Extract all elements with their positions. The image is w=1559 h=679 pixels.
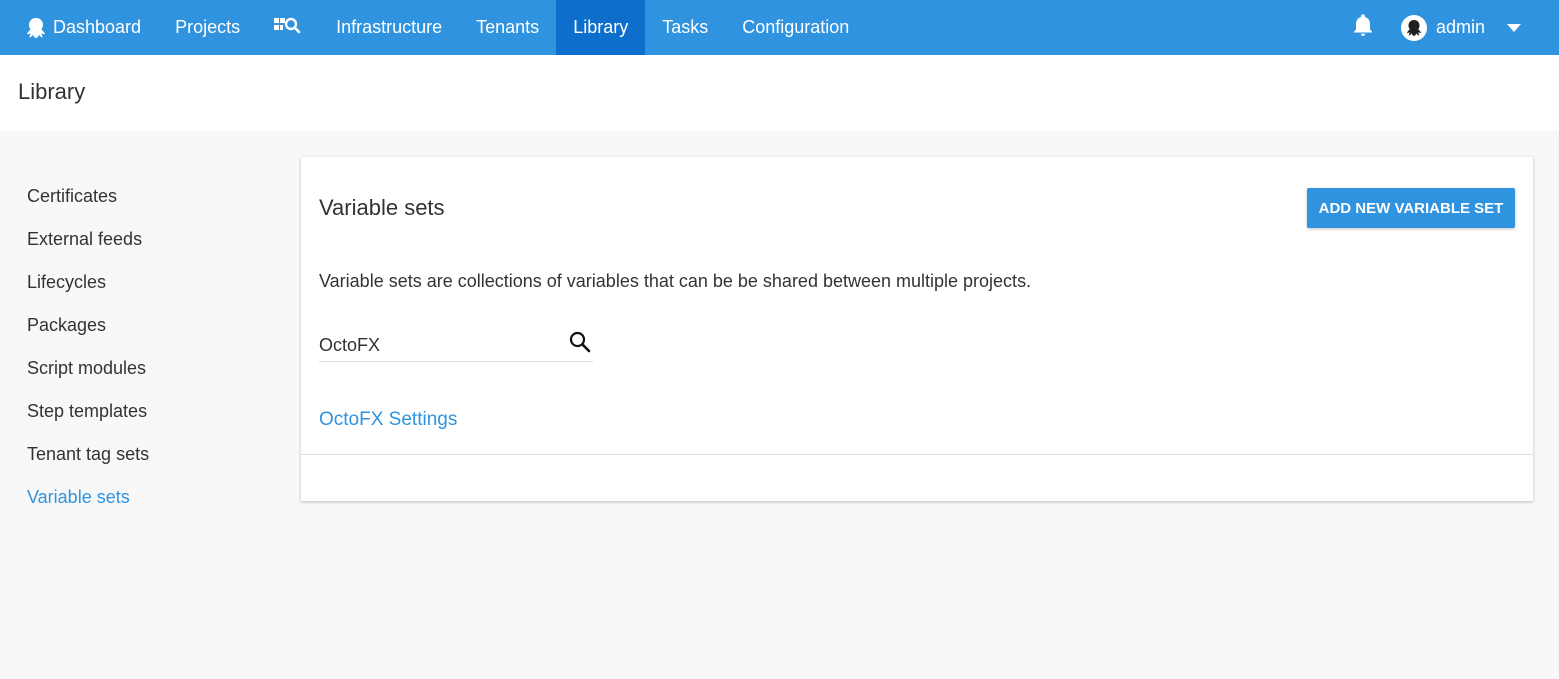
nav-library[interactable]: Library bbox=[556, 0, 646, 55]
search-box bbox=[319, 329, 593, 362]
nav-label: Tasks bbox=[662, 17, 709, 37]
sidebar-item-external-feeds[interactable]: External feeds bbox=[27, 224, 149, 267]
nav-projects[interactable]: Projects bbox=[158, 0, 257, 55]
add-variable-set-button[interactable]: ADD NEW VARIABLE SET bbox=[1307, 188, 1515, 228]
page-title: Library bbox=[18, 79, 86, 104]
project-search-icon bbox=[274, 16, 302, 39]
bell-icon bbox=[1353, 14, 1372, 41]
section-description: Variable sets are collections of variabl… bbox=[319, 271, 1032, 291]
nav-right-group: admin bbox=[1343, 0, 1559, 55]
nav-configuration[interactable]: Configuration bbox=[725, 0, 866, 55]
notifications-button[interactable] bbox=[1343, 0, 1383, 55]
user-menu[interactable]: admin bbox=[1400, 14, 1521, 41]
octopus-avatar-icon bbox=[1400, 14, 1427, 41]
search-input[interactable] bbox=[319, 329, 559, 360]
sidebar-item-step-templates[interactable]: Step templates bbox=[27, 396, 149, 439]
sidebar-item-packages[interactable]: Packages bbox=[27, 310, 149, 353]
sidebar-item-script-modules[interactable]: Script modules bbox=[27, 353, 149, 396]
section-title: Variable sets bbox=[319, 195, 445, 220]
caret-down-icon bbox=[1507, 23, 1521, 32]
nav-tasks[interactable]: Tasks bbox=[645, 0, 725, 55]
nav-label: Library bbox=[573, 17, 629, 37]
search-icon[interactable] bbox=[569, 331, 591, 358]
sidebar-item-lifecycles[interactable]: Lifecycles bbox=[27, 267, 149, 310]
card-divider bbox=[301, 454, 1533, 455]
library-sidebar: Certificates External feeds Lifecycles P… bbox=[27, 181, 149, 525]
variable-set-link-octofx-settings[interactable]: OctoFX Settings bbox=[319, 409, 457, 431]
nav-label: Dashboard bbox=[53, 17, 142, 37]
page-header: Library bbox=[0, 55, 1559, 131]
sidebar-item-certificates[interactable]: Certificates bbox=[27, 181, 149, 224]
octopus-icon bbox=[27, 17, 45, 38]
nav-infrastructure[interactable]: Infrastructure bbox=[319, 0, 459, 55]
nav-label: Projects bbox=[175, 17, 241, 37]
nav-tenants[interactable]: Tenants bbox=[459, 0, 556, 55]
nav-dashboard[interactable]: Dashboard bbox=[0, 0, 158, 55]
top-navbar: Dashboard Projects Infrastructure Tenant… bbox=[0, 0, 1559, 55]
nav-label: Tenants bbox=[476, 17, 540, 37]
variable-sets-card: Variable sets ADD NEW VARIABLE SET Varia… bbox=[301, 157, 1533, 501]
nav-label: Configuration bbox=[742, 17, 850, 37]
sidebar-item-variable-sets[interactable]: Variable sets bbox=[27, 482, 149, 525]
sidebar-item-tenant-tag-sets[interactable]: Tenant tag sets bbox=[27, 439, 149, 482]
user-name: admin bbox=[1435, 17, 1485, 37]
nav-project-search[interactable] bbox=[257, 0, 319, 55]
nav-label: Infrastructure bbox=[336, 17, 443, 37]
